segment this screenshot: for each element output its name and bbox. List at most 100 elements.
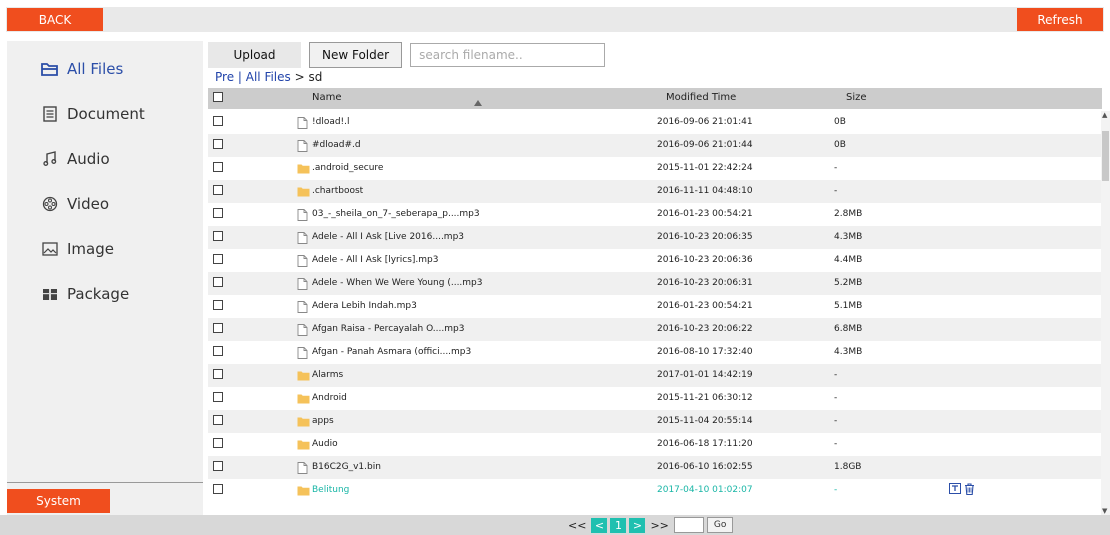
table-row[interactable]: Adele - When We Were Young (....mp3 2016-… — [208, 272, 1102, 295]
sidebar-item-audio[interactable]: Audio — [7, 136, 203, 181]
first-page-button[interactable]: << — [566, 518, 588, 533]
sidebar: All Files Document Audio Video Image Package … — [7, 41, 203, 515]
table-row[interactable]: Adera Lebih Indah.mp3 2016-01-23 00:54:21… — [208, 295, 1102, 318]
row-checkbox[interactable] — [213, 415, 223, 425]
file-size: 6.8MB — [834, 324, 863, 334]
table-row[interactable]: .android_secure 2015-11-01 22:42:24 - — [208, 157, 1102, 180]
scrollbar[interactable]: ▲ ▼ — [1101, 111, 1110, 515]
name-column-header[interactable]: Name — [312, 92, 342, 103]
table-row[interactable]: Adele - All I Ask [Live 2016....mp3 2016-… — [208, 226, 1102, 249]
row-checkbox[interactable] — [213, 162, 223, 172]
document-icon — [41, 105, 59, 123]
table-row[interactable]: 03_-_sheila_on_7-_seberapa_p....mp3 2016-… — [208, 203, 1102, 226]
file-name[interactable]: .chartboost — [312, 186, 363, 196]
row-checkbox[interactable] — [213, 139, 223, 149]
scroll-up-icon[interactable]: ▲ — [1102, 111, 1107, 119]
back-button[interactable]: BACK — [7, 8, 103, 31]
toolbar: Upload New Folder — [208, 41, 606, 69]
sidebar-item-image[interactable]: Image — [7, 226, 203, 271]
search-input[interactable] — [410, 43, 606, 67]
goto-page-input[interactable] — [673, 517, 704, 533]
file-icon — [297, 324, 308, 336]
row-checkbox[interactable] — [213, 392, 223, 402]
file-name[interactable]: 03_-_sheila_on_7-_seberapa_p....mp3 — [312, 209, 480, 219]
sidebar-item-label: Image — [67, 239, 114, 258]
row-checkbox[interactable] — [213, 116, 223, 126]
delete-icon[interactable] — [964, 483, 975, 498]
sort-ascending-icon[interactable] — [474, 100, 482, 106]
file-name[interactable]: apps — [312, 416, 334, 426]
breadcrumb-separator: | — [234, 70, 246, 84]
row-checkbox[interactable] — [213, 346, 223, 356]
upload-button[interactable]: Upload — [208, 42, 301, 68]
breadcrumb-pre-link[interactable]: Pre — [215, 70, 234, 84]
file-size: 0B — [834, 117, 846, 127]
file-name[interactable]: Adele - When We Were Young (....mp3 — [312, 278, 483, 288]
file-name[interactable]: B16C2G_v1.bin — [312, 462, 381, 472]
file-name[interactable]: Belitung — [312, 485, 349, 495]
row-checkbox[interactable] — [213, 484, 223, 494]
file-list: !dload!.l 2016-09-06 21:01:41 0B #dload#.d 2… — [208, 111, 1102, 513]
next-page-button[interactable]: > — [629, 517, 646, 533]
scrollbar-thumb[interactable] — [1102, 131, 1109, 181]
breadcrumb-all-files-link[interactable]: All Files — [246, 70, 291, 84]
table-row[interactable]: !dload!.l 2016-09-06 21:01:41 0B — [208, 111, 1102, 134]
sidebar-item-document[interactable]: Document — [7, 91, 203, 136]
file-name[interactable]: Alarms — [312, 370, 343, 380]
modified-time: 2015-11-04 20:55:14 — [657, 416, 753, 426]
table-row[interactable]: Adele - All I Ask [lyrics].mp3 2016-10-23… — [208, 249, 1102, 272]
modified-time: 2015-11-21 06:30:12 — [657, 393, 753, 403]
rename-icon[interactable] — [949, 483, 961, 498]
row-checkbox[interactable] — [213, 231, 223, 241]
row-checkbox[interactable] — [213, 461, 223, 471]
scroll-down-icon[interactable]: ▼ — [1102, 507, 1107, 515]
select-all-checkbox[interactable] — [213, 92, 223, 102]
row-checkbox[interactable] — [213, 323, 223, 333]
file-name[interactable]: Afgan - Panah Asmara (offici....mp3 — [312, 347, 471, 357]
table-row[interactable]: apps 2015-11-04 20:55:14 - — [208, 410, 1102, 433]
table-row[interactable]: Audio 2016-06-18 17:11:20 - — [208, 433, 1102, 456]
table-row[interactable]: #dload#.d 2016-09-06 21:01:44 0B — [208, 134, 1102, 157]
file-size: - — [834, 393, 838, 403]
modified-column-header[interactable]: Modified Time — [666, 92, 736, 103]
system-button[interactable]: System — [7, 489, 110, 513]
row-checkbox[interactable] — [213, 438, 223, 448]
file-size: - — [834, 439, 838, 449]
sidebar-item-all-files[interactable]: All Files — [7, 46, 203, 91]
new-folder-button[interactable]: New Folder — [309, 42, 403, 68]
row-checkbox[interactable] — [213, 369, 223, 379]
go-button[interactable]: Go — [706, 517, 734, 533]
folder-icon — [297, 485, 310, 496]
refresh-button[interactable]: Refresh — [1017, 8, 1103, 31]
breadcrumb-arrow: > — [290, 70, 309, 84]
file-name[interactable]: Android — [312, 393, 347, 403]
table-row[interactable]: Afgan Raisa - Percayalah O....mp3 2016-10… — [208, 318, 1102, 341]
table-row[interactable]: .chartboost 2016-11-11 04:48:10 - — [208, 180, 1102, 203]
table-row[interactable]: Alarms 2017-01-01 14:42:19 - — [208, 364, 1102, 387]
file-name[interactable]: Adera Lebih Indah.mp3 — [312, 301, 417, 311]
prev-page-button[interactable]: < — [591, 517, 608, 533]
sidebar-item-label: All Files — [67, 59, 124, 78]
sidebar-item-package[interactable]: Package — [7, 271, 203, 316]
table-row[interactable]: Android 2015-11-21 06:30:12 - — [208, 387, 1102, 410]
last-page-button[interactable]: >> — [648, 518, 670, 533]
file-name[interactable]: Adele - All I Ask [lyrics].mp3 — [312, 255, 438, 265]
table-row[interactable]: Belitung 2017-04-10 01:02:07 - — [208, 479, 1102, 502]
file-name[interactable]: #dload#.d — [312, 140, 361, 150]
file-name[interactable]: !dload!.l — [312, 117, 350, 127]
file-name[interactable]: Adele - All I Ask [Live 2016....mp3 — [312, 232, 464, 242]
row-checkbox[interactable] — [213, 254, 223, 264]
sidebar-divider — [7, 482, 203, 483]
file-name[interactable]: Audio — [312, 439, 338, 449]
sidebar-item-video[interactable]: Video — [7, 181, 203, 226]
file-name[interactable]: .android_secure — [312, 163, 383, 173]
table-row[interactable]: B16C2G_v1.bin 2016-06-10 16:02:55 1.8GB — [208, 456, 1102, 479]
row-checkbox[interactable] — [213, 300, 223, 310]
size-column-header[interactable]: Size — [846, 92, 867, 103]
table-row[interactable]: Afgan - Panah Asmara (offici....mp3 2016-… — [208, 341, 1102, 364]
row-checkbox[interactable] — [213, 185, 223, 195]
row-checkbox[interactable] — [213, 277, 223, 287]
file-name[interactable]: Afgan Raisa - Percayalah O....mp3 — [312, 324, 464, 334]
current-page[interactable]: 1 — [610, 517, 627, 533]
row-checkbox[interactable] — [213, 208, 223, 218]
